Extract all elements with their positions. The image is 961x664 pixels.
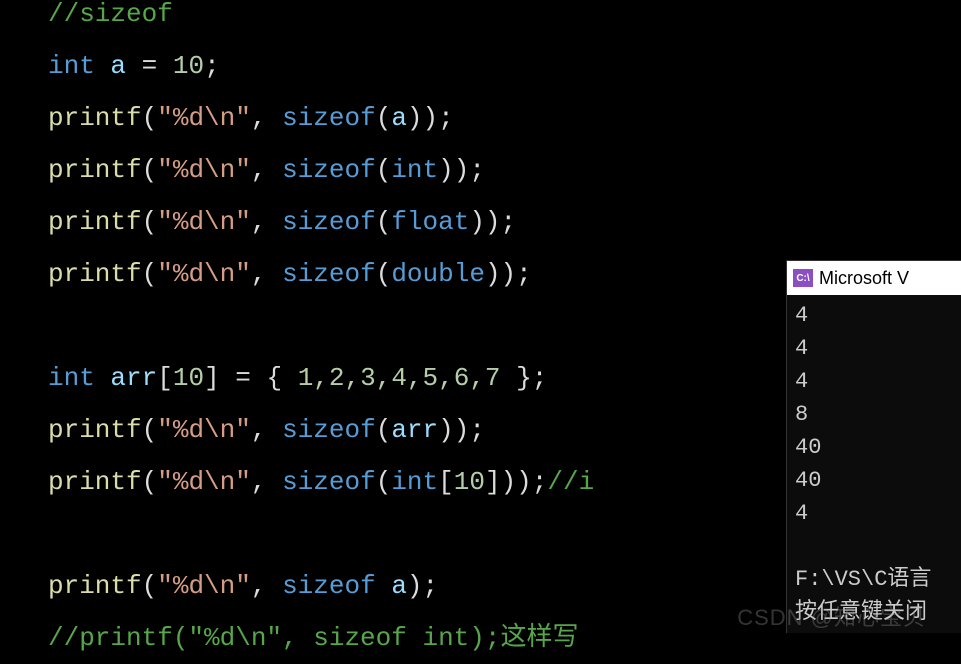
console-titlebar[interactable]: C:\ Microsoft V (787, 261, 961, 295)
code-line-blank (48, 300, 594, 352)
output-prompt: 按任意键关闭 (795, 596, 953, 629)
comment: //printf("%d\n", sizeof int); (48, 623, 500, 653)
fn-printf: printf (48, 259, 142, 289)
console-icon: C:\ (793, 269, 813, 287)
console-window[interactable]: C:\ Microsoft V 4 4 4 8 40 40 4 F:\VS\C语… (786, 260, 961, 633)
var-arr: arr (110, 363, 157, 393)
fn-printf: printf (48, 103, 142, 133)
comment: //sizeof (48, 0, 173, 29)
code-line: printf("%d\n", sizeof(int)); (48, 144, 594, 196)
output-line: 4 (795, 332, 953, 365)
output-path: F:\VS\C语言 (795, 563, 953, 596)
keyword-sizeof: sizeof (282, 155, 376, 185)
string-literal: "%d\n" (157, 571, 251, 601)
output-line: 4 (795, 299, 953, 332)
code-line-blank (48, 508, 594, 560)
fn-printf: printf (48, 571, 142, 601)
code-line: printf("%d\n", sizeof(arr)); (48, 404, 594, 456)
console-title-text: Microsoft V (819, 268, 909, 289)
code-line: printf("%d\n", sizeof(float)); (48, 196, 594, 248)
keyword-sizeof: sizeof (282, 207, 376, 237)
output-line: 4 (795, 365, 953, 398)
string-literal: "%d\n" (157, 259, 251, 289)
console-output: 4 4 4 8 40 40 4 F:\VS\C语言 按任意键关闭 (787, 295, 961, 633)
var-a: a (110, 51, 126, 81)
code-line: printf("%d\n", sizeof(a)); (48, 92, 594, 144)
output-line: 40 (795, 464, 953, 497)
fn-printf: printf (48, 415, 142, 445)
fn-printf: printf (48, 467, 142, 497)
code-line: printf("%d\n", sizeof a); (48, 560, 594, 612)
string-literal: "%d\n" (157, 467, 251, 497)
keyword-sizeof: sizeof (282, 103, 376, 133)
code-line: int arr[10] = { 1,2,3,4,5,6,7 }; (48, 352, 594, 404)
number-literal: 10 (173, 51, 204, 81)
string-literal: "%d\n" (157, 155, 251, 185)
code-editor[interactable]: //sizeof int a = 10; printf("%d\n", size… (0, 0, 594, 664)
keyword-sizeof: sizeof (282, 571, 376, 601)
fn-printf: printf (48, 207, 142, 237)
string-literal: "%d\n" (157, 103, 251, 133)
fn-printf: printf (48, 155, 142, 185)
code-line: int a = 10; (48, 40, 594, 92)
output-line-blank (795, 530, 953, 563)
string-literal: "%d\n" (157, 207, 251, 237)
output-line: 8 (795, 398, 953, 431)
string-literal: "%d\n" (157, 415, 251, 445)
keyword-int: int (48, 363, 95, 393)
comment-chinese: 这样写 (500, 623, 578, 653)
output-line: 4 (795, 497, 953, 530)
code-line: printf("%d\n", sizeof(int[10]));//i (48, 456, 594, 508)
keyword-sizeof: sizeof (282, 415, 376, 445)
keyword-sizeof: sizeof (282, 467, 376, 497)
code-line: printf("%d\n", sizeof(double)); (48, 248, 594, 300)
output-line: 40 (795, 431, 953, 464)
keyword-sizeof: sizeof (282, 259, 376, 289)
code-line: //sizeof (48, 0, 594, 40)
code-line: //printf("%d\n", sizeof int);这样写 (48, 612, 594, 664)
keyword-int: int (48, 51, 95, 81)
